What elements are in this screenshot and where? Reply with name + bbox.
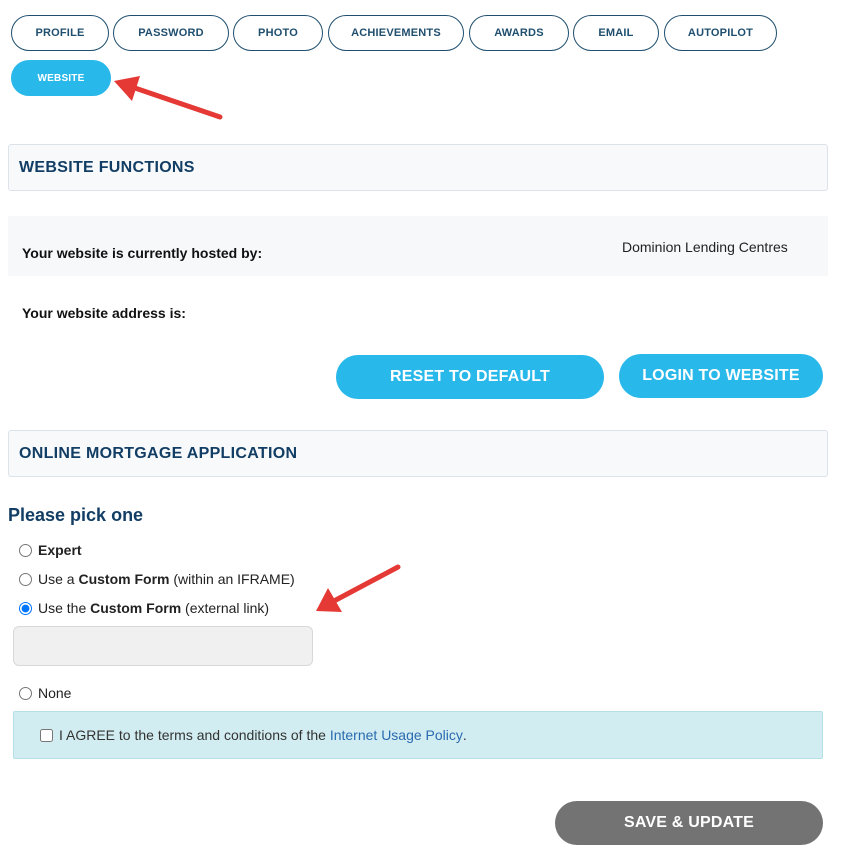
internet-usage-policy-link[interactable]: Internet Usage Policy [330, 727, 463, 743]
external-link-input[interactable] [13, 626, 313, 666]
agree-terms-checkbox[interactable] [40, 728, 53, 742]
agree-terms-text: I AGREE to the terms and conditions of t… [59, 727, 326, 743]
option-iframe-suffix: (within an IFRAME) [173, 571, 295, 587]
option-custom-form-external[interactable]: Use the Custom Form (external link) [18, 600, 269, 616]
option-none-radio[interactable] [19, 686, 32, 700]
option-custom-form-iframe[interactable]: Use a Custom Form (within an IFRAME) [18, 571, 295, 587]
save-update-button[interactable]: SAVE & UPDATE [555, 801, 823, 845]
tab-website[interactable]: WEBSITE [11, 60, 111, 96]
option-iframe-prefix: Use a [38, 571, 75, 587]
option-external-suffix: (external link) [185, 600, 270, 616]
tab-profile[interactable]: PROFILE [11, 15, 109, 51]
login-to-website-button[interactable]: LOGIN TO WEBSITE [619, 354, 823, 398]
tab-achievements[interactable]: ACHIEVEMENTS [328, 15, 464, 51]
option-iframe-bold: Custom Form [78, 571, 170, 587]
tab-autopilot[interactable]: AUTOPILOT [664, 15, 777, 51]
pick-one-title: Please pick one [8, 505, 144, 525]
website-functions-header: WEBSITE FUNCTIONS [8, 144, 828, 191]
website-address-label: Your website address is: [22, 305, 186, 321]
option-custom-form-iframe-radio[interactable] [19, 572, 32, 586]
option-external-bold: Custom Form [90, 600, 182, 616]
reset-to-default-button[interactable]: RESET TO DEFAULT [336, 355, 604, 399]
tab-email[interactable]: EMAIL [573, 15, 659, 51]
hosted-by-label: Your website is currently hosted by: [22, 245, 263, 261]
option-none-label: None [38, 685, 72, 701]
annotation-arrow-external-link [316, 564, 401, 612]
annotation-arrow-website-tab [114, 76, 223, 120]
option-expert[interactable]: Expert [18, 542, 82, 558]
option-none[interactable]: None [18, 685, 71, 701]
tab-awards[interactable]: AWARDS [469, 15, 569, 51]
option-expert-radio[interactable] [19, 543, 32, 557]
tab-password[interactable]: PASSWORD [113, 15, 229, 51]
mortgage-application-header: ONLINE MORTGAGE APPLICATION [8, 430, 828, 477]
option-external-prefix: Use the [38, 600, 87, 616]
agree-terms-box: I AGREE to the terms and conditions of t… [13, 711, 823, 759]
option-expert-label: Expert [38, 542, 82, 558]
agree-terms-period: . [462, 727, 467, 743]
tab-photo[interactable]: PHOTO [233, 15, 323, 51]
option-custom-form-external-radio[interactable] [19, 601, 32, 615]
hosted-by-value: Dominion Lending Centres [622, 239, 788, 255]
